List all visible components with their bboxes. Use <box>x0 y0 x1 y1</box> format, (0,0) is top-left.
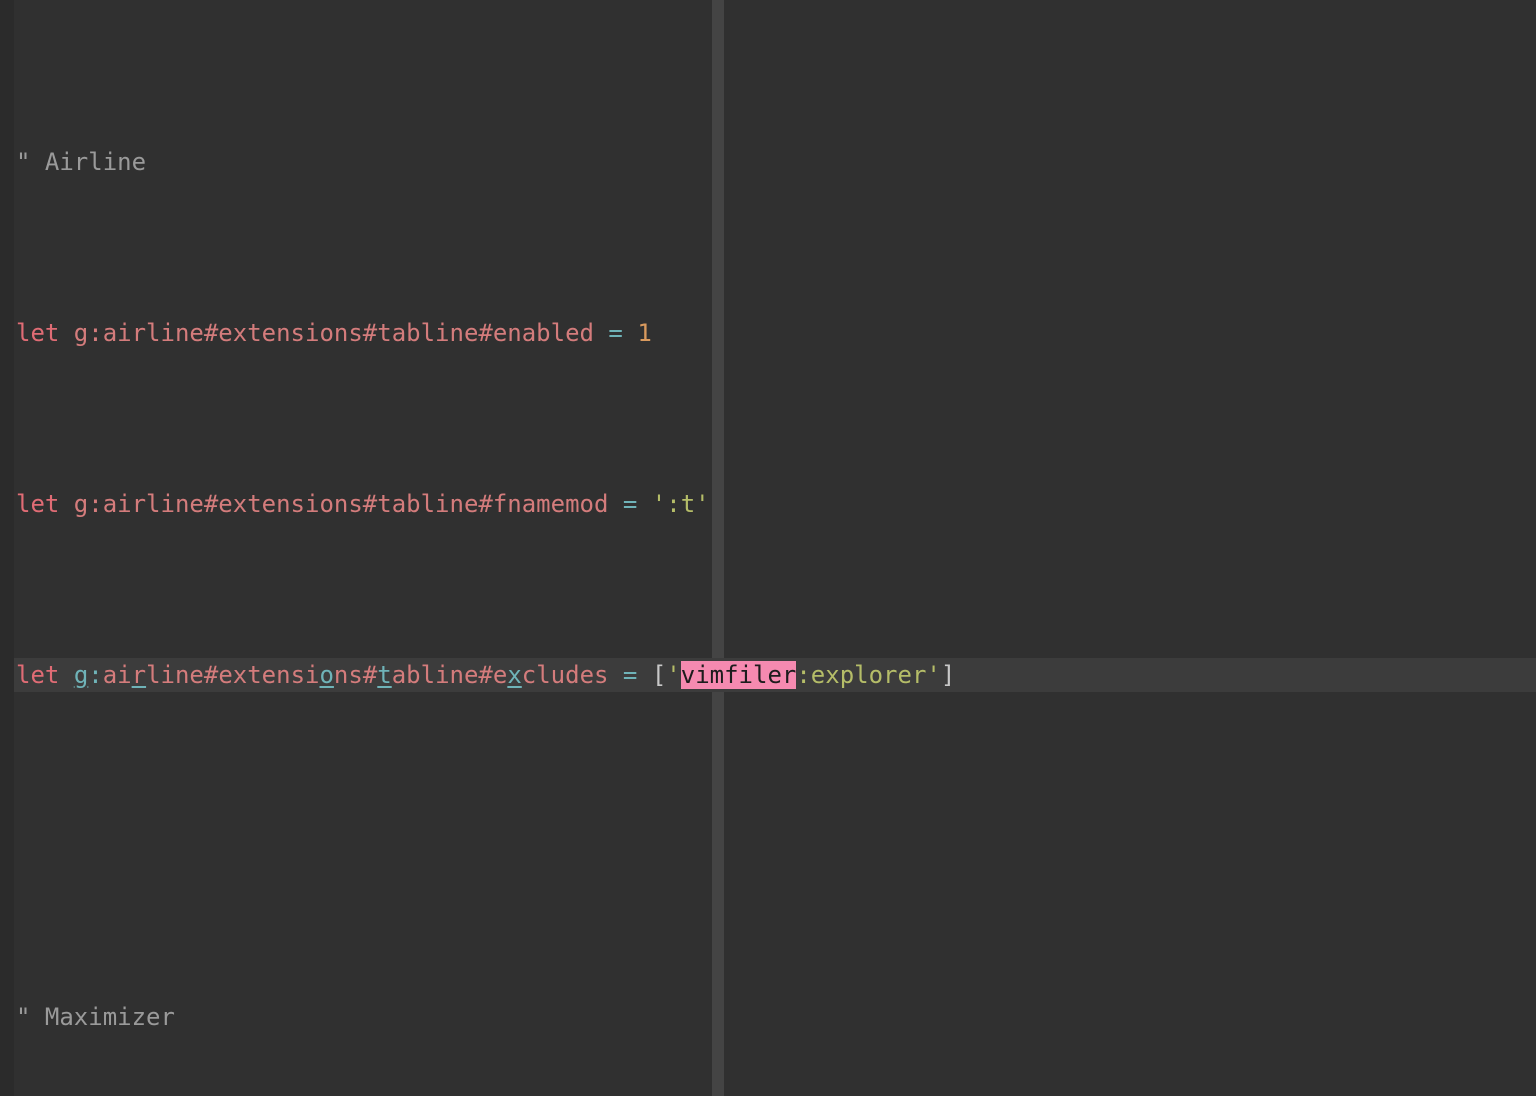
vim-editor-window[interactable]: " Airline let g:airline#extensions#tabli… <box>0 0 1536 1096</box>
option-name: g:airline#extensions#tabline#fnamemod <box>59 489 609 518</box>
easymotion-target-x: x <box>507 660 522 689</box>
option-name-part: ai <box>102 660 132 689</box>
assign-operator: = <box>608 489 652 518</box>
bracket-close: ] <box>940 660 956 689</box>
bracket-open: [ <box>651 660 667 689</box>
code-buffer[interactable]: " Airline let g:airline#extensions#tabli… <box>0 8 1536 1096</box>
comment-airline: " Airline <box>16 147 147 176</box>
quote: ' <box>926 660 941 689</box>
assign-operator: = <box>593 318 638 347</box>
keyword-let: let <box>16 318 60 347</box>
quote: ' <box>666 660 681 689</box>
keyword-let: let <box>16 660 60 689</box>
number-literal: 1 <box>637 318 652 347</box>
easymotion-target-o: o <box>319 660 334 689</box>
option-name-part: line#extensi <box>146 660 320 689</box>
code-line[interactable]: " Maximizer <box>0 1000 1536 1034</box>
easymotion-target-t: t <box>377 660 392 689</box>
code-line[interactable]: " Airline <box>0 145 1536 179</box>
search-match-vimfiler: vimfiler <box>680 660 797 689</box>
keyword-let: let <box>16 489 60 518</box>
string-literal: :explorer <box>796 660 927 689</box>
easymotion-target-r: r <box>131 660 147 689</box>
option-name-part: abline#e <box>391 660 508 689</box>
string-literal: ':t' <box>651 489 710 518</box>
code-line-cursorline[interactable]: let g:airline#extensions#tabline#exclude… <box>0 657 1536 693</box>
colon: : <box>88 660 103 689</box>
code-line[interactable]: let g:airline#extensions#tabline#fnamemo… <box>0 487 1536 521</box>
comment-maximizer: " Maximizer <box>16 1002 175 1031</box>
option-name-part: cludes <box>521 660 609 689</box>
easymotion-target-g: g <box>73 660 89 689</box>
code-line[interactable]: let g:airline#extensions#tabline#enabled… <box>0 316 1536 350</box>
option-name: g:airline#extensions#tabline#enabled <box>59 318 594 347</box>
code-line-blank[interactable] <box>0 829 1536 863</box>
option-name-part: ns# <box>333 660 378 689</box>
assign-operator: = <box>608 660 652 689</box>
